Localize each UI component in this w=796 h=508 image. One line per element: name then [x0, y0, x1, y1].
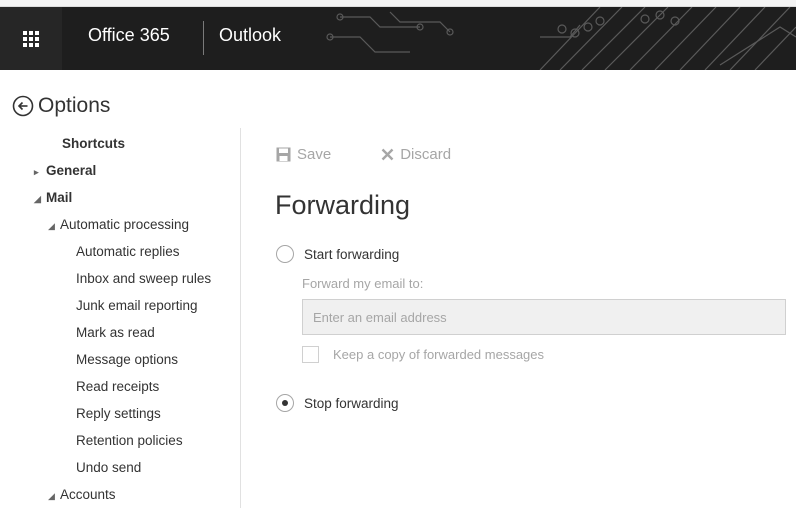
options-nav: Shortcuts ▸ General ◢ Mail ◢ Automatic proc… [0, 130, 240, 508]
keep-copy-option[interactable]: Keep a copy of forwarded messages [302, 346, 544, 363]
nav-item-shortcuts[interactable]: Shortcuts [62, 136, 125, 151]
suite-name-link[interactable]: Office 365 [88, 25, 170, 46]
start-forwarding-label: Start forwarding [304, 246, 400, 262]
options-toolbar: Save Discard [276, 146, 451, 163]
expand-triangle-icon: ▸ [34, 167, 39, 177]
nav-item-mark-as-read[interactable]: Mark as read [76, 325, 155, 340]
circuit-pattern-decoration [326, 7, 796, 70]
nav-item-reply-settings[interactable]: Reply settings [76, 406, 161, 421]
stop-forwarding-label: Stop forwarding [304, 395, 399, 411]
page-title: Forwarding [275, 190, 411, 220]
nav-item-general[interactable]: ▸ General [34, 163, 96, 178]
forward-to-label: Forward my email to: [302, 276, 424, 291]
save-disk-icon [276, 147, 291, 162]
keep-copy-label: Keep a copy of forwarded messages [333, 347, 545, 362]
header-divider [203, 21, 204, 55]
options-title: Options [38, 94, 111, 117]
app-header: Office 365 Outlook [0, 7, 796, 70]
nav-divider [240, 128, 241, 508]
close-x-icon [381, 148, 394, 161]
discard-button[interactable]: Discard [381, 146, 451, 163]
app-name-link[interactable]: Outlook [219, 25, 281, 46]
nav-item-junk-email-reporting[interactable]: Junk email reporting [76, 298, 198, 313]
nav-item-accounts[interactable]: ◢ Accounts [48, 487, 116, 502]
nav-item-undo-send[interactable]: Undo send [76, 460, 141, 475]
nav-item-automatic-replies[interactable]: Automatic replies [76, 244, 180, 259]
keep-copy-checkbox[interactable] [302, 346, 319, 363]
stop-forwarding-option[interactable]: Stop forwarding [276, 394, 399, 412]
nav-item-automatic-processing[interactable]: ◢ Automatic processing [48, 217, 189, 232]
save-button[interactable]: Save [276, 146, 331, 163]
nav-item-retention-policies[interactable]: Retention policies [76, 433, 183, 448]
start-forwarding-option[interactable]: Start forwarding [276, 245, 399, 263]
collapse-triangle-icon: ◢ [34, 194, 41, 204]
nav-item-read-receipts[interactable]: Read receipts [76, 379, 159, 394]
nav-item-message-options[interactable]: Message options [76, 352, 178, 367]
app-launcher-button[interactable] [0, 7, 62, 70]
collapse-triangle-icon: ◢ [48, 491, 55, 501]
options-header: Options [12, 94, 110, 118]
app-launcher-icon [23, 30, 39, 47]
stop-forwarding-radio[interactable] [276, 394, 294, 412]
browser-bookmarks-strip [0, 0, 796, 7]
forward-email-input[interactable] [302, 299, 786, 335]
nav-item-inbox-sweep-rules[interactable]: Inbox and sweep rules [76, 271, 211, 286]
back-arrow-icon[interactable] [12, 95, 34, 117]
nav-item-mail[interactable]: ◢ Mail [34, 190, 72, 205]
collapse-triangle-icon: ◢ [48, 221, 55, 231]
start-forwarding-radio[interactable] [276, 245, 294, 263]
